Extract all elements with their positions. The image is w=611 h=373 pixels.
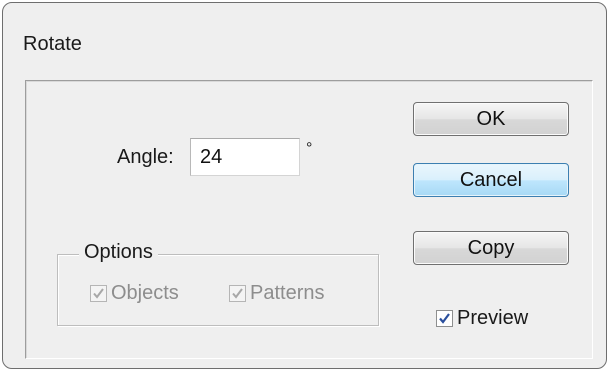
checkmark-icon bbox=[93, 288, 104, 299]
angle-input[interactable] bbox=[190, 138, 300, 176]
objects-checkbox[interactable] bbox=[90, 285, 107, 302]
objects-option[interactable]: Objects bbox=[90, 282, 179, 305]
patterns-label: Patterns bbox=[250, 282, 325, 304]
dialog-title: Rotate bbox=[23, 33, 82, 55]
ok-button[interactable]: OK bbox=[413, 102, 569, 136]
checkmark-icon bbox=[232, 288, 243, 299]
preview-checkbox[interactable] bbox=[436, 310, 453, 327]
patterns-checkbox[interactable] bbox=[229, 285, 246, 302]
preview-option[interactable]: Preview bbox=[436, 307, 528, 330]
checkmark-icon bbox=[439, 313, 450, 324]
preview-label: Preview bbox=[457, 307, 529, 329]
patterns-option[interactable]: Patterns bbox=[229, 282, 324, 305]
objects-label: Objects bbox=[111, 282, 179, 304]
degree-symbol: ° bbox=[306, 140, 313, 157]
copy-button[interactable]: Copy bbox=[413, 231, 569, 265]
cancel-button[interactable]: Cancel bbox=[413, 163, 569, 197]
angle-label: Angle: bbox=[117, 146, 174, 168]
options-legend: Options bbox=[79, 241, 158, 264]
